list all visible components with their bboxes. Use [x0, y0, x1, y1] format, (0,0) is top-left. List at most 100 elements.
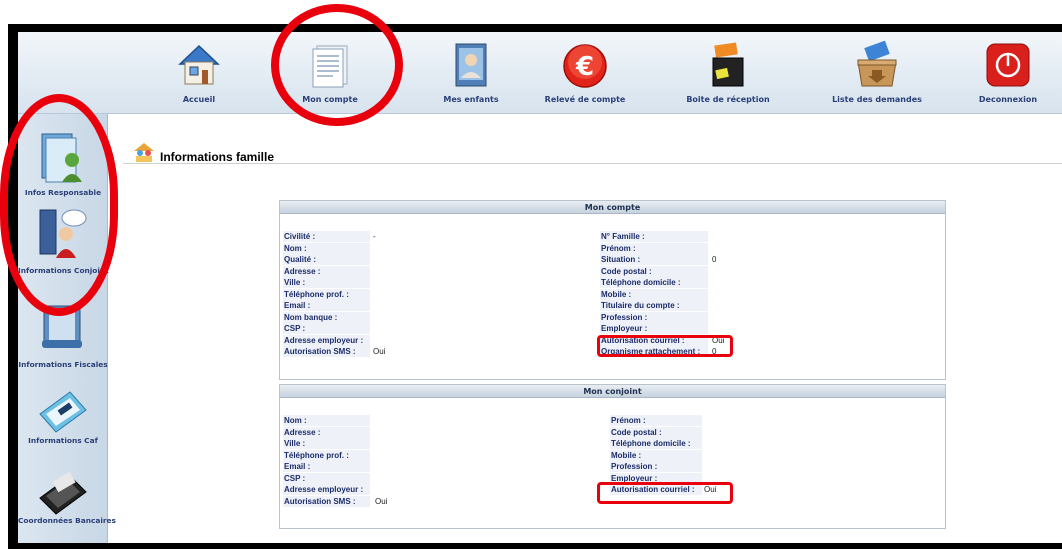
field-row: Autorisation courriel : Oui — [610, 484, 822, 495]
field-label: Code postal : — [600, 265, 708, 277]
field-value: - — [373, 232, 376, 241]
field-row: Ville : — [283, 277, 490, 288]
field-label: Mobile : — [600, 288, 708, 300]
panel-title: Mon conjoint — [280, 385, 945, 398]
sidebar-item-informations-fiscales[interactable]: Informations Fiscales — [18, 300, 108, 378]
nav-label: Mon compte — [302, 95, 358, 104]
mon-conjoint-panel: Mon conjoint Nom : Adresse : Ville : Téléph… — [279, 384, 946, 529]
frame-border-top — [8, 24, 1062, 32]
field-row: Téléphone prof. : — [283, 288, 490, 300]
field-row: Organisme rattachement : 0 — [600, 346, 828, 357]
photo-icon — [455, 43, 487, 87]
euro-icon: € — [563, 44, 607, 88]
family-icon — [134, 143, 154, 162]
field-label: Prénom : — [600, 242, 708, 254]
sidebar-item-label: Informations Fiscales — [18, 360, 108, 369]
mon-compte-panel: Mon compte Civilité : - Nom : Qualité : Adre… — [279, 200, 946, 380]
field-row: Adresse : — [283, 265, 490, 277]
field-row: Adresse employeur : — [283, 334, 490, 346]
field-label: Prénom : — [610, 415, 702, 426]
document-icon — [312, 45, 348, 88]
field-label: Profession : — [600, 311, 708, 323]
field-row: Ville : — [283, 438, 490, 449]
sidebar-item-coordonnees-bancaires[interactable]: Coordonnées Bancaires — [18, 464, 116, 542]
field-label: Téléphone prof. : — [283, 449, 370, 461]
field-label: Nom : — [283, 242, 370, 254]
nav-deconnexion[interactable]: Deconnexion — [953, 38, 1062, 110]
panel-title: Mon compte — [280, 201, 945, 214]
tax-icon — [42, 305, 82, 348]
nav-mes-enfants[interactable]: Mes enfants — [416, 38, 526, 110]
field-label: Situation : — [600, 254, 708, 265]
field-row: Nom : — [283, 242, 490, 254]
sidebar-item-informations-caf[interactable]: Informations Caf — [18, 384, 108, 462]
field-row: CSP : — [283, 323, 490, 334]
field-value: 0 — [712, 255, 717, 264]
field-row: Qualité : — [283, 254, 490, 265]
frame-border-left — [8, 24, 18, 549]
field-row: Email : — [283, 461, 490, 472]
field-row: Autorisation courriel : Oui — [600, 334, 828, 346]
sidebar-item-label: Informations Caf — [28, 436, 98, 445]
field-value: Oui — [375, 496, 388, 506]
field-label: N° Famille : — [600, 231, 708, 242]
nav-label: Relevé de compte — [544, 95, 626, 104]
field-value: Oui — [712, 335, 725, 345]
field-label: Adresse : — [283, 426, 370, 438]
sidebar-item-label: Infos Responsable — [24, 188, 102, 197]
nav-liste-des-demandes[interactable]: Liste des demandes — [822, 38, 932, 110]
field-label: Autorisation SMS : — [283, 495, 370, 507]
field-row: Prénom : — [610, 415, 822, 426]
field-row: Nom banque : — [283, 311, 490, 323]
field-row: Adresse employeur : — [283, 484, 490, 495]
home-icon — [178, 44, 220, 85]
field-label: Téléphone prof. : — [283, 288, 370, 300]
field-label: Ville : — [283, 438, 370, 449]
power-icon — [986, 43, 1030, 87]
title-divider — [123, 163, 1062, 164]
field-label: Téléphone domicile : — [610, 438, 702, 449]
nav-label: Mes enfants — [443, 95, 499, 104]
field-label: Ville : — [283, 277, 370, 288]
field-row: CSP : — [283, 472, 490, 484]
nav-label: Deconnexion — [978, 95, 1038, 104]
field-value: 0 — [712, 347, 717, 356]
field-label: Nom : — [283, 415, 370, 426]
field-label: Adresse employeur : — [283, 484, 370, 495]
field-label: Nom banque : — [283, 311, 370, 323]
field-label: Qualité : — [283, 254, 370, 265]
user-card-icon — [41, 133, 82, 183]
field-row: Situation : 0 — [600, 254, 828, 265]
field-row: N° Famille : — [600, 231, 828, 242]
screenshot-frame: Accueil Mon compte Mes enfants € Relevé … — [0, 0, 1062, 549]
field-row: Autorisation SMS : Oui — [283, 346, 490, 357]
nav-releve-de-compte[interactable]: € Relevé de compte — [530, 38, 640, 110]
field-label: Adresse : — [283, 265, 370, 277]
sidebar-item-informations-conjoint[interactable]: Informations Conjoint — [18, 206, 109, 284]
field-label: CSP : — [283, 472, 370, 484]
field-row: Téléphone domicile : — [600, 277, 828, 288]
nav-boite-de-reception[interactable]: Boite de réception — [673, 38, 783, 110]
nav-accueil[interactable]: Accueil — [144, 38, 254, 110]
page-title: Informations famille — [160, 150, 275, 164]
field-label: Civilité : — [283, 231, 370, 242]
field-row: Titulaire du compte : — [600, 300, 828, 311]
field-row: Civilité :- — [283, 231, 490, 242]
sidebar: Infos Responsable Informations Conjoint … — [18, 114, 116, 543]
sidebar-item-label: Informations Conjoint — [18, 266, 109, 275]
field-label: Adresse employeur : — [283, 334, 370, 346]
field-row: Téléphone prof. : — [283, 449, 490, 461]
field-label: Autorisation courriel : — [610, 484, 702, 495]
nav-mon-compte[interactable]: Mon compte — [275, 38, 385, 110]
field-value: Oui — [704, 485, 717, 494]
field-row: Code postal : — [610, 426, 822, 438]
sidebar-item-label: Coordonnées Bancaires — [18, 516, 116, 525]
sidebar-item-infos-responsable[interactable]: Infos Responsable — [18, 130, 108, 208]
field-label: Email : — [283, 300, 370, 311]
nav-label: Accueil — [182, 95, 216, 104]
field-label: Téléphone domicile : — [600, 277, 708, 288]
field-row: Employeur : — [600, 323, 828, 334]
inbox-icon — [712, 42, 744, 87]
field-label: Mobile : — [610, 449, 702, 461]
field-row: Code postal : — [600, 265, 828, 277]
